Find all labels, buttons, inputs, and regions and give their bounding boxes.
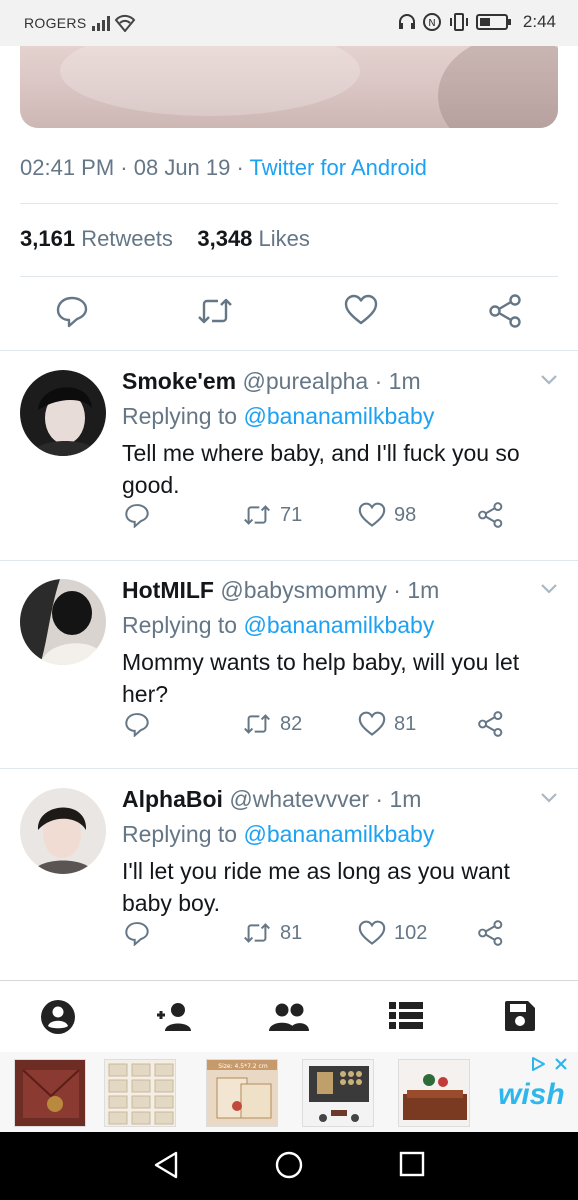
ad-banner[interactable]: Size: 4.5*7.2 cm: [0, 1052, 578, 1132]
like-icon[interactable]: [344, 294, 378, 326]
reply-tweet[interactable]: Smoke'em @purealpha · 1m Replying to @ba…: [0, 352, 578, 561]
retweet-icon: [244, 923, 270, 943]
chevron-down-icon[interactable]: [540, 374, 558, 386]
people-icon[interactable]: [268, 999, 310, 1035]
tweet-media-image[interactable]: [20, 46, 558, 128]
ad-controls: [530, 1056, 568, 1072]
profile-icon[interactable]: [40, 999, 76, 1035]
home-icon[interactable]: [274, 1150, 304, 1180]
reply-text: I'll let you ride me as long as you want…: [122, 858, 510, 916]
avatar[interactable]: [20, 788, 106, 874]
share-icon[interactable]: [477, 711, 505, 737]
save-icon[interactable]: [503, 999, 537, 1033]
share-icon[interactable]: [477, 920, 505, 946]
retweets-stat[interactable]: 3,161 Retweets: [20, 226, 173, 251]
retweet-icon: [244, 714, 270, 734]
signal-icon: [92, 14, 136, 32]
reply-icon[interactable]: [124, 502, 150, 528]
reply-actions: 71 98: [0, 502, 578, 532]
ad-product-image[interactable]: [302, 1059, 374, 1127]
divider: [20, 276, 558, 277]
like-icon: [358, 711, 386, 736]
share-icon[interactable]: [477, 502, 505, 528]
ad-thumb-caption: Size: 4.5*7.2 cm: [218, 1063, 268, 1070]
tweet-stats: 3,161 Retweets 3,348 Likes: [20, 226, 310, 252]
reply-author[interactable]: AlphaBoi @whatevvver · 1m: [122, 786, 421, 813]
divider: [0, 350, 578, 351]
ad-product-image[interactable]: Size: 4.5*7.2 cm: [206, 1059, 278, 1127]
retweet-icon[interactable]: [196, 294, 234, 328]
ad-brand-logo[interactable]: wish: [498, 1078, 565, 1112]
divider: [0, 768, 578, 769]
likes-stat[interactable]: 3,348 Likes: [197, 226, 310, 251]
replying-to: Replying to @bananamilkbaby: [122, 821, 435, 847]
headphones-icon: [399, 14, 415, 29]
retweet-count[interactable]: 71: [242, 502, 302, 528]
avatar[interactable]: [20, 579, 106, 665]
back-icon[interactable]: [152, 1150, 180, 1180]
replying-to: Replying to @bananamilkbaby: [122, 612, 435, 638]
reply-text: Mommy wants to help baby, will you let h…: [122, 649, 520, 707]
clock: 2:44: [522, 12, 556, 31]
tweet-timestamp: 02:41 PM · 08 Jun 19 · Twitter for Andro…: [20, 155, 427, 180]
reply-text: Tell me where baby, and I'll fuck you so…: [122, 440, 520, 498]
like-icon: [358, 502, 386, 527]
svg-text:N: N: [428, 18, 435, 29]
follow-icon[interactable]: [155, 999, 193, 1035]
list-icon[interactable]: [388, 999, 424, 1033]
retweet-count[interactable]: 82: [242, 711, 302, 737]
chevron-down-icon[interactable]: [540, 583, 558, 595]
reply-author[interactable]: Smoke'em @purealpha · 1m: [122, 368, 421, 395]
reply-icon[interactable]: [124, 711, 150, 737]
carrier-label: ROGERS: [24, 15, 87, 31]
replying-to: Replying to @bananamilkbaby: [122, 403, 435, 429]
reply-tweet[interactable]: AlphaBoi @whatevvver · 1m Replying to @b…: [0, 770, 578, 979]
tweet-action-bar: [0, 290, 578, 336]
close-icon[interactable]: [554, 1057, 568, 1071]
mention-link[interactable]: @bananamilkbaby: [243, 821, 434, 847]
mention-link[interactable]: @bananamilkbaby: [243, 403, 434, 429]
ad-product-image[interactable]: [398, 1059, 470, 1127]
system-navigation-bar: [0, 1132, 578, 1200]
ad-product-image[interactable]: [14, 1059, 86, 1127]
like-count[interactable]: 102: [358, 920, 427, 946]
retweet-count[interactable]: 81: [242, 920, 302, 946]
tweet-source-link[interactable]: Twitter for Android: [250, 155, 427, 180]
reply-actions: 81 102: [0, 920, 578, 950]
chevron-down-icon[interactable]: [540, 792, 558, 804]
share-icon[interactable]: [488, 294, 524, 328]
recents-icon[interactable]: [398, 1150, 426, 1178]
avatar[interactable]: [20, 370, 106, 456]
like-icon: [358, 920, 386, 945]
divider: [20, 203, 558, 204]
nfc-icon: N: [423, 13, 441, 31]
like-count[interactable]: 98: [358, 502, 416, 528]
retweet-icon: [244, 505, 270, 525]
mention-link[interactable]: @bananamilkbaby: [243, 612, 434, 638]
status-bar: ROGERS N 2:44: [0, 0, 578, 46]
reply-icon[interactable]: [55, 294, 89, 328]
reply-tweet[interactable]: HotMILF @babysmommy · 1m Replying to @ba…: [0, 561, 578, 770]
battery-icon: [476, 14, 511, 30]
like-count[interactable]: 81: [358, 711, 416, 737]
adchoices-icon[interactable]: [530, 1056, 546, 1072]
ad-product-image[interactable]: [104, 1059, 176, 1127]
reply-author[interactable]: HotMILF @babysmommy · 1m: [122, 577, 439, 604]
bottom-nav: [0, 980, 578, 1052]
reply-icon[interactable]: [124, 920, 150, 946]
reply-actions: 82 81: [0, 711, 578, 741]
vibrate-icon: [450, 13, 468, 31]
